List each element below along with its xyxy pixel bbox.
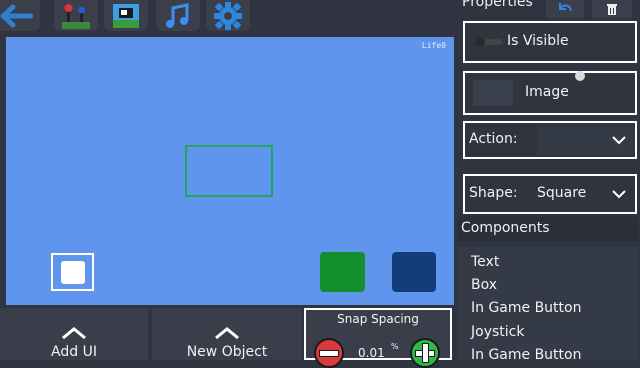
image-label: Image xyxy=(525,84,569,100)
scene-canvas[interactable]: Life0 xyxy=(6,37,454,305)
shape-dropdown[interactable]: Shape: Square xyxy=(463,174,637,214)
selection-rectangle[interactable] xyxy=(185,145,273,197)
add-ui-button[interactable]: Add UI xyxy=(0,308,148,360)
properties-title: Properties xyxy=(462,0,533,10)
gear-icon xyxy=(214,1,242,30)
drag-handle[interactable] xyxy=(575,71,585,81)
properties-panel: Properties Is Visible Image Action: Shap… xyxy=(458,0,640,363)
chevron-down-icon xyxy=(612,190,626,199)
image-button[interactable] xyxy=(104,0,148,31)
components-title: Components xyxy=(461,220,550,236)
square-icon xyxy=(60,260,85,284)
bottom-bar: Add UI New Object Snap Spacing 0.01 % xyxy=(0,308,456,368)
snap-spacing-value: 0.01 xyxy=(358,346,385,360)
undo-icon xyxy=(559,3,572,12)
controls-button[interactable] xyxy=(54,0,98,31)
plus-icon-vertical xyxy=(421,343,429,363)
component-item-joystick[interactable]: Joystick xyxy=(471,324,524,340)
component-item-box[interactable]: Box xyxy=(471,277,497,293)
action-label: Action: xyxy=(469,131,518,147)
delete-button[interactable] xyxy=(592,0,632,18)
chevron-up-icon xyxy=(215,327,239,340)
is-visible-label: Is Visible xyxy=(507,33,569,49)
ui-square-button[interactable] xyxy=(51,253,94,291)
chevron-up-icon xyxy=(62,327,86,340)
music-icon xyxy=(166,2,189,28)
shape-label: Shape: xyxy=(469,185,518,201)
snap-spacing-control: Snap Spacing 0.01 % xyxy=(304,308,452,368)
snap-spacing-title: Snap Spacing xyxy=(337,312,419,326)
life-counter: Life0 xyxy=(421,41,446,50)
new-object-button[interactable]: New Object xyxy=(152,308,302,360)
chevron-down-icon xyxy=(612,136,626,145)
add-ui-label: Add UI xyxy=(51,344,97,360)
snap-spacing-unit: % xyxy=(391,342,399,351)
component-item-in-game-button[interactable]: In Game Button xyxy=(471,300,581,316)
image-icon xyxy=(113,3,139,28)
new-object-label: New Object xyxy=(186,344,268,360)
component-item-text[interactable]: Text xyxy=(471,254,499,270)
snap-increase-button[interactable] xyxy=(410,338,440,368)
component-item-in-game-button-2[interactable]: In Game Button xyxy=(471,347,581,363)
settings-button[interactable] xyxy=(206,0,250,31)
snap-decrease-button[interactable] xyxy=(314,338,344,368)
blue-game-button[interactable] xyxy=(392,252,436,292)
action-dropdown[interactable]: Action: xyxy=(463,121,637,159)
back-button[interactable] xyxy=(0,0,40,31)
trash-icon xyxy=(607,4,617,15)
components-header: Components xyxy=(458,217,638,241)
back-arrow-icon xyxy=(0,4,33,27)
undo-button[interactable] xyxy=(546,0,584,18)
image-thumbnail xyxy=(473,80,513,106)
top-toolbar xyxy=(0,0,456,34)
image-picker[interactable]: Image xyxy=(463,71,637,115)
is-visible-toggle[interactable]: Is Visible xyxy=(463,21,637,63)
components-list: Text Box In Game Button Joystick In Game… xyxy=(458,246,638,363)
green-game-button[interactable] xyxy=(320,252,365,292)
music-button[interactable] xyxy=(156,0,200,31)
shape-value: Square xyxy=(537,185,587,201)
joystick-icon xyxy=(62,3,90,29)
minus-icon xyxy=(319,349,339,357)
toggle-switch-icon xyxy=(475,37,503,47)
